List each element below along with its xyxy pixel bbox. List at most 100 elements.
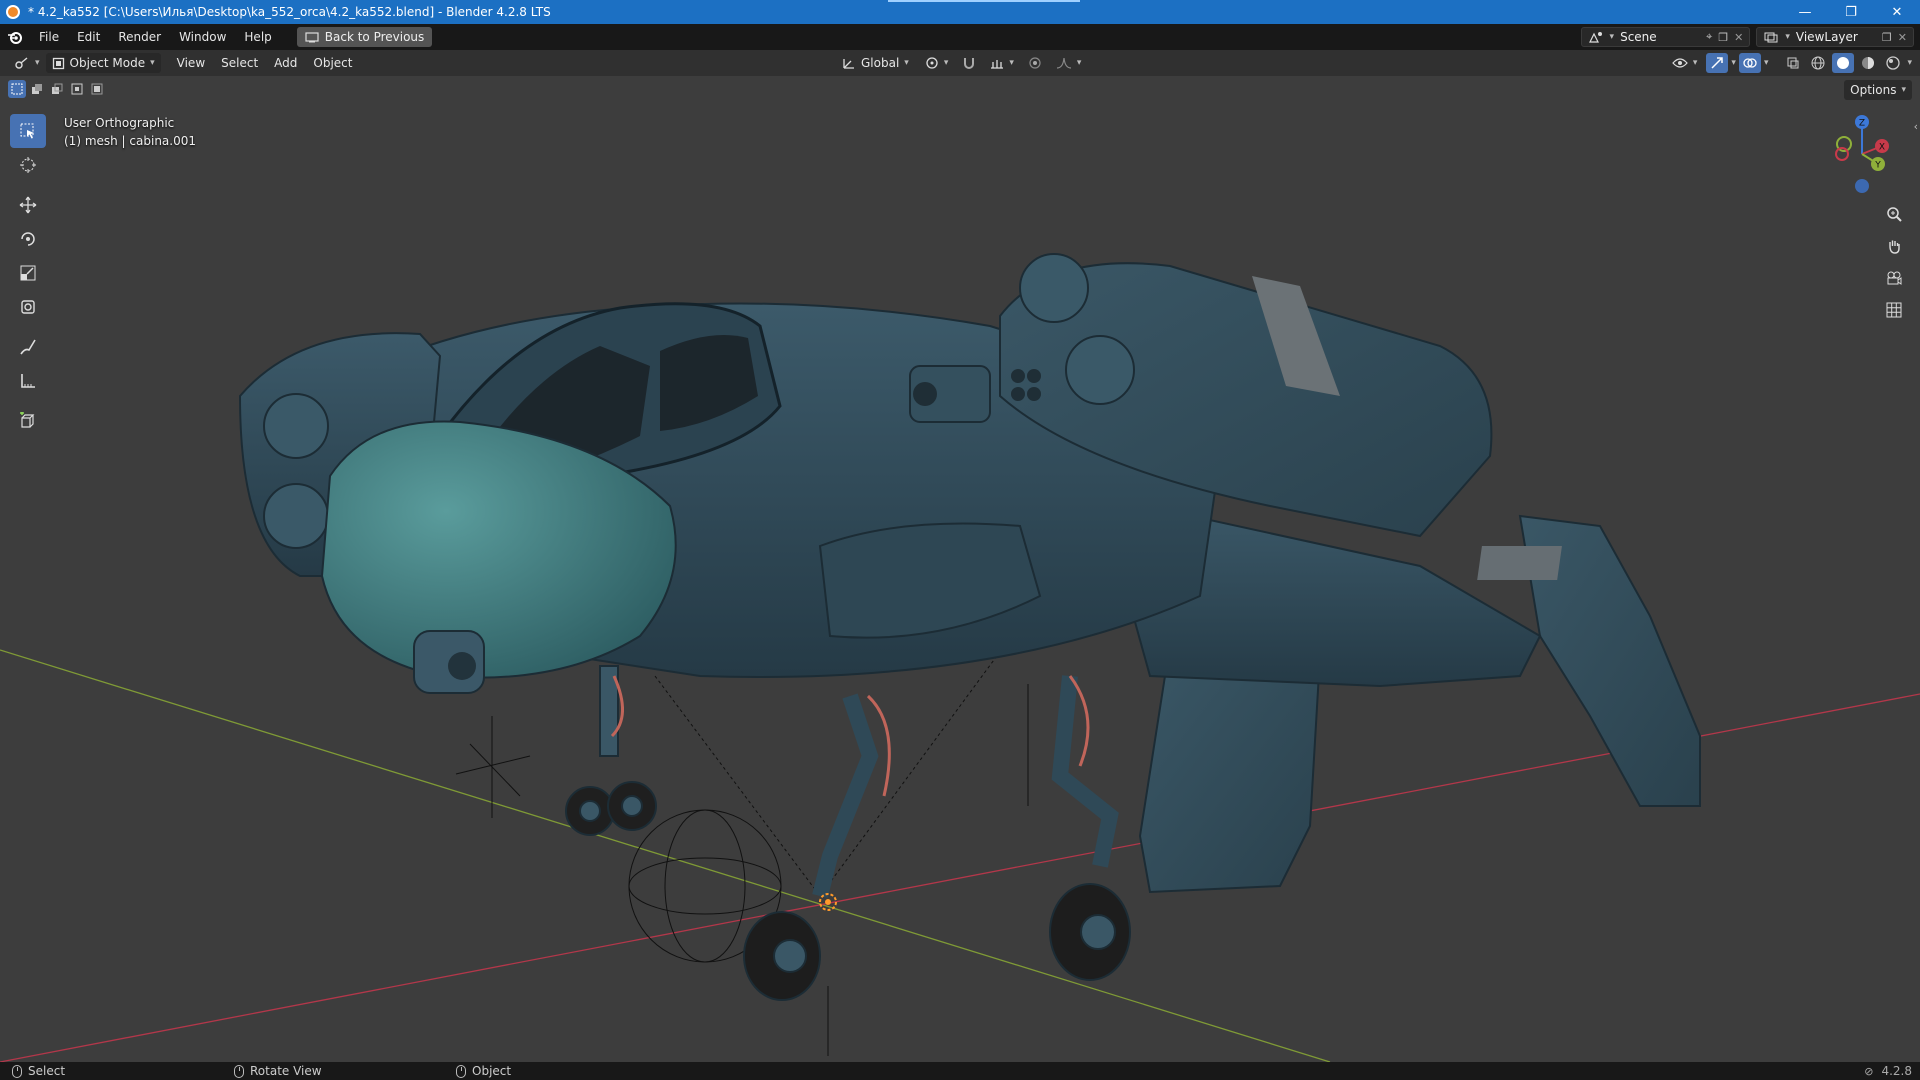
top-menu-bar: File Edit Render Window Help Back to Pre… [0,24,1920,50]
rotate-icon[interactable] [10,222,46,256]
select-invert-icon[interactable] [68,80,86,98]
menu-file[interactable]: File [30,24,68,50]
wireframe-sphere-icon [1811,56,1825,70]
view-name: User Orthographic [64,116,175,130]
solid-sphere-icon [1837,57,1850,69]
options-dropdown[interactable]: Options ▾ [1844,80,1912,100]
select-subtract-icon[interactable] [48,80,66,98]
cursor-icon[interactable] [10,148,46,182]
status-hint-select-label: Select [28,1064,66,1078]
add-cube-icon[interactable] [10,404,46,438]
chevron-down-icon[interactable]: ▾ [1731,58,1736,68]
magnet-icon [964,58,975,69]
shading-material-button[interactable] [1857,53,1879,73]
measure-icon[interactable] [10,364,46,398]
new-view-layer-icon[interactable]: ❐ [1882,31,1892,44]
overlays-toggle[interactable] [1738,53,1761,73]
delete-view-layer-icon[interactable]: ✕ [1898,31,1907,44]
camera-icon[interactable] [1880,264,1908,292]
shading-solid-button[interactable] [1832,53,1855,73]
rendered-sphere-icon [1886,56,1901,70]
grid-icon[interactable] [1880,296,1908,324]
chin-sensor [413,630,485,694]
chevron-down-icon: ▾ [1901,85,1906,95]
snap-target-selector[interactable]: ▾ [984,53,1020,73]
front-landing-gear [565,665,657,836]
select-set-new-icon[interactable] [8,80,26,98]
proportional-edit-toggle[interactable] [1024,53,1046,73]
title-accent-line [888,0,1080,2]
navigation-gizmo[interactable]: Z X Y [1820,112,1896,196]
screen-icon [305,31,319,42]
transform-icon[interactable] [10,290,46,324]
chevron-down-icon: ▾ [1785,32,1790,42]
scale-icon[interactable] [10,256,46,290]
chevron-down-icon[interactable]: ▾ [1764,58,1769,68]
new-scene-icon[interactable]: ❐ [1718,31,1728,44]
zoom-icon[interactable] [1880,200,1908,228]
blender-logo-icon[interactable] [0,24,30,50]
menu-view[interactable]: View [169,56,213,70]
version-label: 4.2.8 [1881,1064,1912,1078]
close-window-button[interactable]: ✕ [1874,0,1920,24]
xray-toggle[interactable] [1782,53,1804,73]
left-intake-bottom [263,483,329,549]
shading-wireframe-button[interactable] [1807,53,1829,73]
menu-select[interactable]: Select [213,56,266,70]
orientation-label: Global [861,56,900,70]
pivot-point-selector[interactable]: ▾ [919,53,955,73]
tail-fin-decal [1477,546,1562,580]
sidebar-collapse-icon[interactable]: ‹ [1914,120,1918,133]
orientation-icon [843,59,854,69]
scene-selector[interactable]: ▾ Scene ⌖ ❐ ✕ [1580,27,1751,47]
menu-window[interactable]: Window [170,24,235,50]
chevron-down-icon[interactable]: ▾ [1907,58,1912,68]
pin-icon[interactable]: ⌖ [1706,30,1712,44]
restore-button[interactable]: ❐ [1828,0,1874,24]
delete-scene-icon[interactable]: ✕ [1734,31,1743,44]
left-intake-top [263,393,329,459]
annotate-icon[interactable] [10,330,46,364]
window-title: * 4.2_ka552 [C:\Users\Илья\Desktop\ka_55… [28,5,551,19]
rear-landing-gear [1049,675,1131,981]
menu-object[interactable]: Object [305,56,360,70]
status-hint-select: Select [12,1064,222,1078]
chevron-down-icon: ▾ [35,58,40,68]
menu-render[interactable]: Render [109,24,170,50]
select-box-icon[interactable] [10,114,46,148]
select-intersect-icon[interactable] [88,80,106,98]
gizmo-neg-z[interactable] [1855,179,1869,193]
menu-edit[interactable]: Edit [68,24,109,50]
chevron-down-icon: ▾ [943,58,949,68]
scene-name-field[interactable]: Scene [1620,30,1700,44]
object-mode-icon [52,57,64,69]
visibility-selector[interactable]: ▾ [1666,53,1704,73]
view-layer-name-field[interactable]: ViewLayer [1796,30,1876,44]
eye-icon [1672,58,1688,68]
shading-rendered-button[interactable] [1882,53,1904,73]
status-hint-rotate: Rotate View [234,1064,444,1078]
gizmo-toggle[interactable] [1706,53,1729,73]
back-to-previous-button[interactable]: Back to Previous [296,27,433,47]
falloff-selector[interactable]: ▾ [1050,53,1088,73]
minimize-button[interactable]: — [1782,0,1828,24]
chevron-down-icon: ▾ [1692,58,1698,68]
menu-help[interactable]: Help [235,24,280,50]
options-label: Options [1850,83,1897,97]
move-icon[interactable] [10,188,46,222]
3d-viewport[interactable]: User Orthographic (1) mesh | cabina.001 [0,76,1920,1062]
mouse-right-icon [456,1064,466,1078]
hand-icon[interactable] [1880,232,1908,260]
status-bar: Select Rotate View Object ⊘ 4.2.8 [0,1062,1920,1080]
proportional-edit-icon [1029,57,1041,69]
snap-toggle[interactable] [958,53,980,73]
viewport-info-overlay: User Orthographic (1) mesh | cabina.001 [64,114,196,150]
mouse-left-icon [12,1064,22,1078]
editor-type-selector[interactable]: ▾ [8,53,46,73]
mode-selector[interactable]: Object Mode ▾ [45,53,161,73]
blender-app-icon [6,5,20,19]
select-extend-icon[interactable] [28,80,46,98]
menu-add[interactable]: Add [266,56,305,70]
view-layer-selector[interactable]: ▾ ViewLayer ❐ ✕ [1756,27,1914,47]
transform-orientation-selector[interactable]: Global ▾ [836,53,915,73]
